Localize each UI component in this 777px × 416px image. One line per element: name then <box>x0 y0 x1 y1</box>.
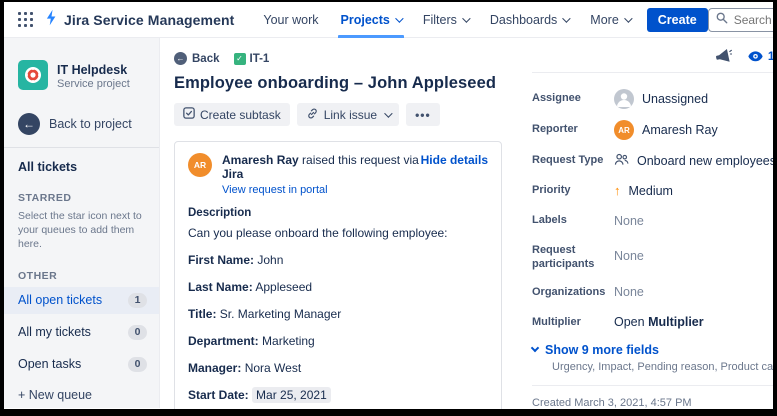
watchers-count: 1 <box>768 49 773 63</box>
app-title: Jira Service Management <box>64 12 234 28</box>
chevron-down-icon <box>624 14 632 22</box>
description-label: Description <box>188 207 488 219</box>
raised-request-line: Amaresh Ray raised this request via Jira <box>222 153 421 181</box>
queue-all-my-tickets[interactable]: All my tickets 0 <box>4 319 159 346</box>
top-navbar: Jira Service Management Your work Projec… <box>4 2 773 38</box>
created-timestamp: Created March 3, 2021, 4:57 PM <box>532 395 694 410</box>
details-fields: Assignee Unassigned Reporter AR Amaresh … <box>532 89 773 332</box>
field-title: Title: Sr. Marketing Manager <box>188 307 488 321</box>
nav-dashboards[interactable]: Dashboards <box>479 2 579 38</box>
search-icon <box>716 11 728 29</box>
field-department: Department: Marketing <box>188 334 488 348</box>
app-switcher-icon[interactable] <box>16 10 35 29</box>
field-last-name: Last Name: Appleseed <box>188 280 488 294</box>
detail-labels[interactable]: Labels None <box>532 211 773 230</box>
other-section-header: OTHER <box>4 252 159 282</box>
view-request-portal-link[interactable]: View request in portal <box>222 184 421 196</box>
description-intro: Can you please onboard the following emp… <box>188 226 488 240</box>
show-more-fields-link[interactable]: Show 9 more fields <box>532 343 773 357</box>
feedback-megaphone-icon[interactable] <box>715 49 732 64</box>
project-avatar-icon <box>18 60 48 93</box>
detail-multiplier[interactable]: Multiplier Open Multiplier <box>532 313 773 332</box>
project-name: IT Helpdesk <box>57 63 130 77</box>
starred-section-header: STARRED <box>4 174 159 204</box>
more-actions-button[interactable]: ••• <box>406 103 440 126</box>
project-sidebar: IT Helpdesk Service project ← Back to pr… <box>4 38 160 408</box>
detail-priority[interactable]: Priority ↑ Medium <box>532 181 773 200</box>
link-issue-button[interactable]: Link issue <box>297 103 399 126</box>
create-button[interactable]: Create <box>647 8 708 32</box>
breadcrumb: ← Back ✓ IT-1 <box>174 52 502 65</box>
reporter-avatar: AR <box>188 153 212 177</box>
issue-watch-toolbar: 1 ••• <box>532 46 773 66</box>
nav-your-work[interactable]: Your work <box>252 2 329 38</box>
jira-logo-icon <box>43 9 60 31</box>
jira-brand[interactable]: Jira Service Management <box>43 9 234 31</box>
breadcrumb-back[interactable]: ← Back <box>174 52 220 65</box>
project-header[interactable]: IT Helpdesk Service project <box>4 60 159 93</box>
new-queue-button[interactable]: + New queue <box>4 378 159 409</box>
primary-nav: Your work Projects Filters Dashboards Mo… <box>252 2 707 38</box>
queue-open-tasks[interactable]: Open tasks 0 <box>4 351 159 378</box>
chevron-down-icon <box>462 14 470 22</box>
reporter-avatar: AR <box>614 120 634 140</box>
issue-details-panel: 1 ••• Assignee Unassigned Reporter <box>524 38 773 408</box>
issue-title: Employee onboarding – John Appleseed <box>174 74 502 93</box>
subtask-icon <box>183 107 195 122</box>
more-fields-hint: Urgency, Impact, Pending reason, Product… <box>552 361 773 373</box>
link-icon <box>306 107 319 123</box>
starred-hint-text: Select the star icon next to your queues… <box>4 204 159 252</box>
project-type: Service project <box>57 78 130 90</box>
queue-count-badge: 0 <box>128 357 147 372</box>
detail-request-participants[interactable]: Request participants None <box>532 241 773 272</box>
people-icon <box>614 153 629 169</box>
detail-reporter[interactable]: Reporter AR Amaresh Ray <box>532 120 773 140</box>
chevron-down-icon <box>384 109 392 117</box>
search-input[interactable] <box>734 13 773 27</box>
detail-request-type[interactable]: Request Type Onboard new employees <box>532 151 773 170</box>
field-first-name: First Name: John <box>188 253 488 267</box>
issue-main-panel: ← Back ✓ IT-1 Employee onboarding – John… <box>160 38 524 408</box>
global-search[interactable] <box>708 8 773 32</box>
sidebar-item-all-tickets[interactable]: All tickets <box>4 148 159 174</box>
queue-count-badge: 1 <box>128 293 147 308</box>
watchers-eye-icon[interactable] <box>747 50 764 63</box>
unassigned-avatar-icon <box>614 89 634 109</box>
details-divider <box>532 72 773 73</box>
jira-app-window: Jira Service Management Your work Projec… <box>4 2 773 409</box>
request-details-card: AR Amaresh Ray raised this request via J… <box>174 141 502 409</box>
queue-count-badge: 0 <box>128 325 147 340</box>
chevron-down-icon <box>395 14 403 22</box>
chevron-down-icon <box>562 14 570 22</box>
queue-all-open-tickets[interactable]: All open tickets 1 <box>4 287 159 314</box>
back-arrow-icon: ← <box>174 52 187 65</box>
issue-action-toolbar: Create subtask Link issue ••• <box>174 103 502 126</box>
field-start-date: Start Date: Mar 25, 2021 <box>188 388 488 402</box>
nav-projects[interactable]: Projects <box>330 2 412 38</box>
field-manager: Manager: Nora West <box>188 361 488 375</box>
back-to-project[interactable]: ← Back to project <box>4 113 159 135</box>
detail-assignee[interactable]: Assignee Unassigned <box>532 89 773 109</box>
hide-details-link[interactable]: Hide details <box>421 153 488 196</box>
task-type-icon: ✓ <box>234 53 246 65</box>
chevron-down-icon <box>531 344 539 352</box>
create-subtask-button[interactable]: Create subtask <box>174 103 290 126</box>
date-lozenge: Mar 25, 2021 <box>252 387 331 403</box>
screenshot-frame: Jira Service Management Your work Projec… <box>0 0 777 416</box>
nav-filters[interactable]: Filters <box>412 2 479 38</box>
detail-organizations[interactable]: Organizations None <box>532 283 773 302</box>
back-arrow-icon: ← <box>18 113 40 135</box>
nav-more[interactable]: More <box>579 2 640 38</box>
details-footer-divider <box>532 385 773 386</box>
breadcrumb-issue-key[interactable]: ✓ IT-1 <box>234 53 270 65</box>
priority-medium-icon: ↑ <box>614 183 621 198</box>
